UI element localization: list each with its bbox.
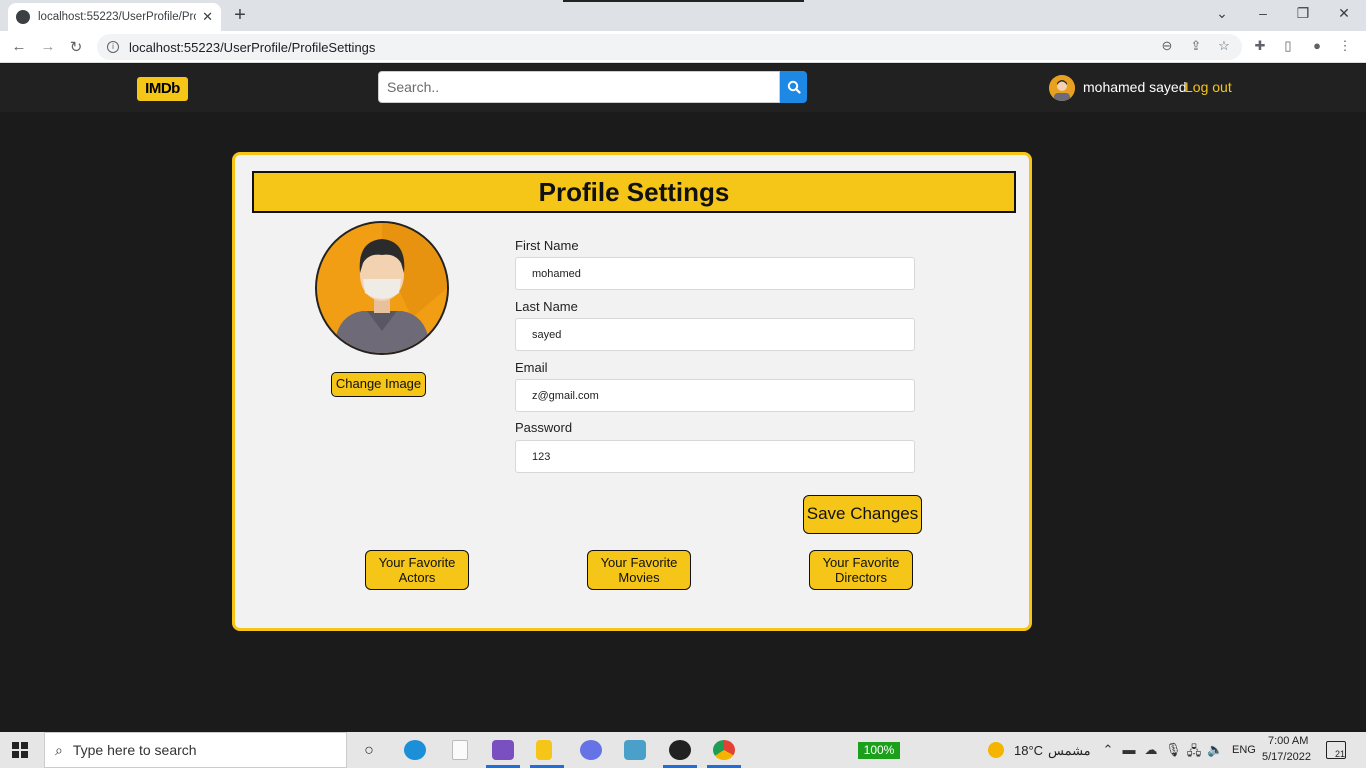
taskbar-search-box[interactable]: ⌕ Type here to search: [44, 732, 347, 768]
extensions-icon[interactable]: ✚: [1251, 38, 1269, 54]
search-input[interactable]: [378, 71, 780, 103]
favorite-directors-line1: Your Favorite: [822, 555, 900, 570]
file-icon[interactable]: [452, 740, 468, 760]
search-button[interactable]: [780, 71, 807, 103]
screen-top-bar: [563, 0, 804, 2]
favorite-directors-line2: Directors: [834, 570, 887, 585]
weather-condition: مشمس: [1048, 743, 1091, 758]
obs-icon[interactable]: [669, 740, 691, 760]
address-bar-row: ← → ↻ i localhost:55223/UserProfile/Prof…: [0, 31, 1366, 63]
tab-search-icon[interactable]: ⌄: [1212, 5, 1232, 22]
email-field[interactable]: [515, 379, 915, 412]
network-icon[interactable]: 🖧: [1186, 742, 1202, 764]
first-name-field[interactable]: [515, 257, 915, 290]
visual-studio-icon[interactable]: [492, 740, 514, 760]
edge-icon[interactable]: [404, 740, 426, 760]
save-changes-button[interactable]: Save Changes: [803, 495, 922, 534]
imdb-logo[interactable]: IMDb: [137, 77, 188, 101]
taskbar-search-placeholder: Type here to search: [72, 742, 197, 758]
close-window-icon[interactable]: ✕: [1334, 5, 1354, 22]
battery-icon[interactable]: ▬: [1121, 742, 1137, 757]
restore-icon[interactable]: ❐: [1293, 5, 1313, 22]
browser-tab[interactable]: localhost:55223/UserProfile/Profi ✕: [8, 3, 221, 31]
forward-icon[interactable]: →: [38, 38, 58, 55]
weather-sun-icon[interactable]: [988, 742, 1004, 758]
username-label: mohamed sayed: [1083, 79, 1187, 95]
taskbar-search-icon: ⌕: [55, 741, 63, 758]
favorite-movies-line1: Your Favorite: [600, 555, 678, 570]
chrome-icon[interactable]: [713, 740, 735, 760]
menu-icon[interactable]: ⋮: [1336, 38, 1354, 54]
favorite-movies-line2: Movies: [618, 570, 660, 585]
windows-taskbar: ⌕ Type here to search ○ 100% 18°C مشمس ⌃…: [0, 732, 1366, 768]
last-name-field[interactable]: [515, 318, 915, 351]
discord-icon[interactable]: [580, 740, 602, 760]
new-tab-button[interactable]: +: [230, 4, 250, 27]
profile-avatar-icon: [317, 223, 447, 353]
change-image-button[interactable]: Change Image: [331, 372, 426, 397]
password-field[interactable]: [515, 440, 915, 473]
notification-center-icon[interactable]: 21: [1326, 741, 1346, 759]
profile-settings-card: Profile Settings Change Image First Name…: [232, 152, 1032, 631]
minimize-icon[interactable]: –: [1253, 5, 1273, 21]
last-name-label: Last Name: [515, 299, 578, 314]
tab-title: localhost:55223/UserProfile/Profi: [38, 11, 197, 23]
first-name-label: First Name: [515, 238, 579, 253]
profile-avatar: [315, 221, 449, 355]
favorite-actors-button[interactable]: Your Favorite Actors: [365, 550, 469, 590]
battery-indicator[interactable]: 100%: [858, 742, 900, 759]
zoom-icon[interactable]: ⊖: [1158, 38, 1176, 54]
omnibox[interactable]: i localhost:55223/UserProfile/ProfileSet…: [97, 34, 1242, 60]
browser-tab-strip: localhost:55223/UserProfile/Profi ✕ + ⌄ …: [0, 0, 1366, 31]
site-info-icon[interactable]: i: [107, 41, 119, 53]
share-icon[interactable]: ⇪: [1187, 38, 1205, 54]
site-header: IMDb mohamed sayed Log out: [0, 64, 1366, 112]
windows-start-icon[interactable]: [12, 742, 28, 758]
onedrive-icon[interactable]: ☁: [1143, 742, 1159, 758]
clock-date[interactable]: 5/17/2022: [1262, 751, 1311, 763]
back-icon[interactable]: ←: [9, 38, 29, 55]
favorite-actors-line1: Your Favorite: [378, 555, 456, 570]
page-title: Profile Settings: [252, 171, 1016, 213]
app-icon[interactable]: [624, 740, 646, 760]
profile-icon[interactable]: ●: [1308, 38, 1326, 53]
volume-icon[interactable]: 🔈: [1207, 742, 1223, 758]
globe-icon: [16, 10, 30, 24]
favorite-actors-line2: Actors: [398, 570, 436, 585]
user-avatar[interactable]: [1049, 75, 1075, 101]
file-explorer-icon[interactable]: [536, 740, 552, 760]
favorite-movies-button[interactable]: Your Favorite Movies: [587, 550, 691, 590]
tab-close-icon[interactable]: ✕: [202, 9, 213, 25]
logout-link[interactable]: Log out: [1185, 79, 1232, 95]
search-icon: [787, 80, 801, 94]
favorite-directors-button[interactable]: Your Favorite Directors: [809, 550, 913, 590]
weather-temperature: 18°C: [1014, 743, 1044, 758]
password-label: Password: [515, 420, 573, 435]
clock-time[interactable]: 7:00 AM: [1268, 735, 1308, 747]
user-avatar-icon: [1049, 75, 1075, 101]
url-text: localhost:55223/UserProfile/ProfileSetti…: [129, 39, 376, 55]
reload-icon[interactable]: ↻: [66, 38, 86, 56]
email-label: Email: [515, 360, 548, 375]
side-panel-icon[interactable]: ▯: [1279, 38, 1297, 54]
language-indicator[interactable]: ENG: [1232, 744, 1256, 756]
microphone-icon[interactable]: 🎙: [1165, 742, 1182, 758]
cortana-icon[interactable]: ○: [361, 742, 377, 760]
bookmark-star-icon[interactable]: ☆: [1215, 38, 1233, 54]
chevron-up-icon[interactable]: ⌃: [1100, 742, 1116, 758]
